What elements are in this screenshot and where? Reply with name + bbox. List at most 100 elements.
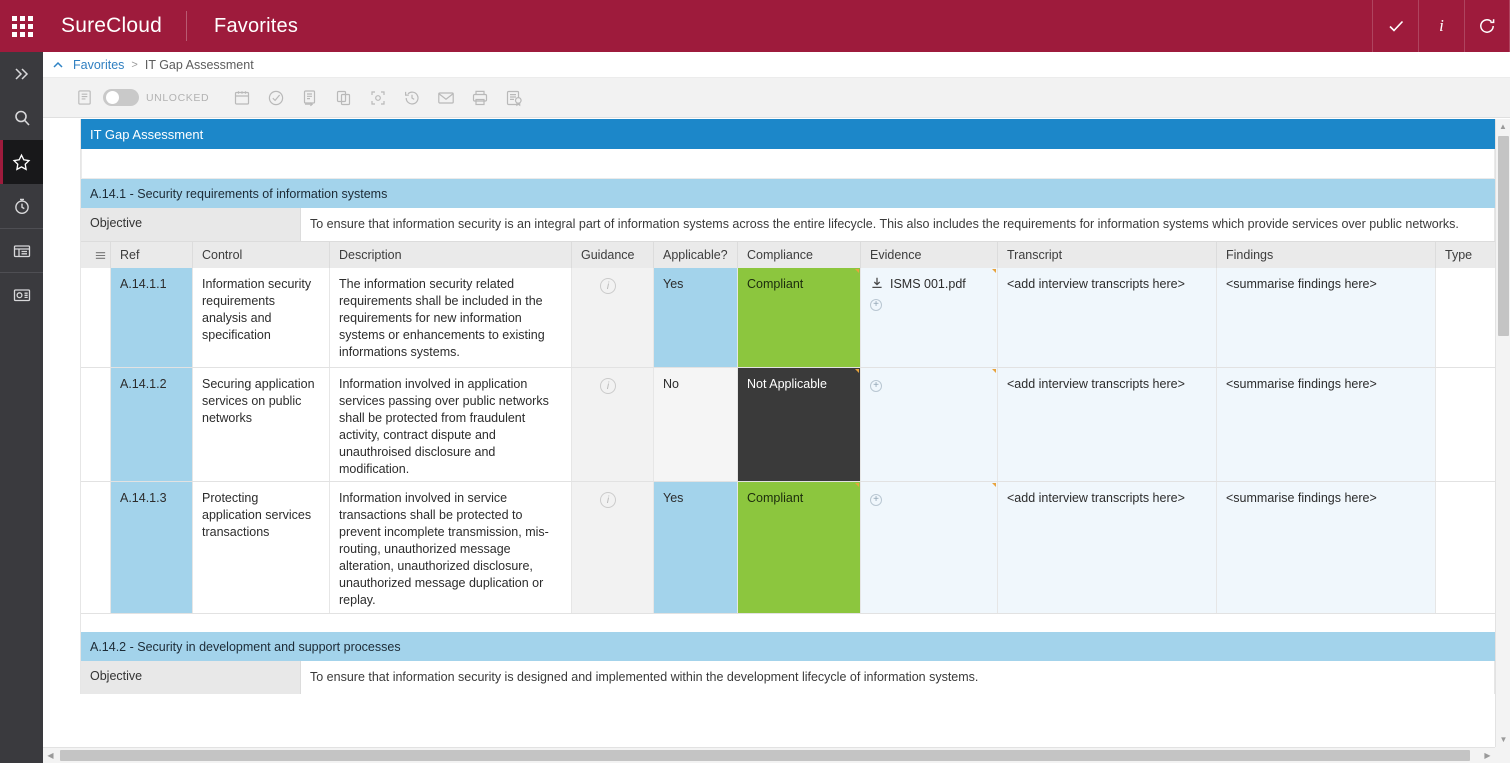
- sidebar-item-expand[interactable]: [0, 52, 43, 96]
- cell-flag-icon: [855, 369, 859, 373]
- check-circle-icon[interactable]: [259, 78, 293, 118]
- evidence-file-name[interactable]: ISMS 001.pdf: [890, 276, 966, 293]
- plus-circle-icon[interactable]: +: [870, 380, 882, 392]
- vertical-scroll-thumb[interactable]: [1498, 136, 1509, 336]
- scroll-up-icon[interactable]: ▲: [1496, 119, 1510, 134]
- cell-findings[interactable]: <summarise findings here>: [1217, 368, 1436, 481]
- plus-circle-icon[interactable]: +: [870, 494, 882, 506]
- cell-findings[interactable]: <summarise findings here>: [1217, 482, 1436, 613]
- info-icon[interactable]: i: [1418, 0, 1464, 52]
- info-icon[interactable]: i: [600, 492, 616, 508]
- app-launcher-button[interactable]: [0, 0, 44, 52]
- top-section-title: Favorites: [214, 14, 299, 37]
- sidebar-item-dashboards[interactable]: [0, 228, 43, 272]
- row-gutter: [43, 179, 81, 208]
- column-header-compliance[interactable]: Compliance: [738, 242, 861, 268]
- spacer-cell: [81, 614, 1495, 632]
- grid-menu-icon[interactable]: [81, 242, 111, 268]
- objective-row: Objective To ensure that information sec…: [43, 661, 1510, 694]
- row-gutter: [43, 119, 81, 149]
- cell-description[interactable]: Information involved in application serv…: [330, 368, 572, 481]
- column-header-ref[interactable]: Ref: [111, 242, 193, 268]
- section-heading-row: A.14.1 - Security requirements of inform…: [43, 179, 1510, 208]
- scroll-left-icon[interactable]: ◀: [43, 748, 58, 763]
- breadcrumb-root[interactable]: Favorites: [73, 58, 124, 72]
- row-handle[interactable]: [81, 268, 111, 367]
- cell-transcript[interactable]: <add interview transcripts here>: [998, 482, 1217, 613]
- row-gutter: [43, 268, 81, 368]
- history-clock-icon[interactable]: [395, 78, 429, 118]
- cell-evidence[interactable]: +: [861, 482, 998, 613]
- cell-control[interactable]: Information security requirements analys…: [193, 268, 330, 367]
- section-heading: A.14.1 - Security requirements of inform…: [81, 179, 1495, 208]
- refresh-icon[interactable]: [1464, 0, 1510, 52]
- cell-control[interactable]: Protecting application services transact…: [193, 482, 330, 613]
- cell-ref[interactable]: A.14.1.2: [111, 368, 193, 481]
- info-icon[interactable]: i: [600, 378, 616, 394]
- cell-guidance[interactable]: i: [572, 268, 654, 367]
- cell-applicable[interactable]: Yes: [654, 482, 738, 613]
- column-header-applicable[interactable]: Applicable?: [654, 242, 738, 268]
- row-gutter: [43, 661, 81, 694]
- cell-ref[interactable]: A.14.1.1: [111, 268, 193, 367]
- cell-description[interactable]: The information security related require…: [330, 268, 572, 367]
- download-icon[interactable]: [870, 276, 884, 295]
- sidebar-item-search[interactable]: [0, 96, 43, 140]
- certificate-icon[interactable]: [497, 78, 531, 118]
- vertical-scrollbar[interactable]: ▲ ▼: [1495, 119, 1510, 747]
- info-icon[interactable]: i: [600, 278, 616, 294]
- cell-flag-icon: [855, 269, 859, 273]
- cell-compliance[interactable]: Compliant: [738, 268, 861, 367]
- cell-compliance[interactable]: Not Applicable: [738, 368, 861, 481]
- cell-ref[interactable]: A.14.1.3: [111, 482, 193, 613]
- column-header-control[interactable]: Control: [193, 242, 330, 268]
- cell-applicable[interactable]: Yes: [654, 268, 738, 367]
- focus-target-icon[interactable]: [361, 78, 395, 118]
- grid-header-row: Ref Control Description Guidance Applica…: [43, 241, 1510, 268]
- column-header-evidence[interactable]: Evidence: [861, 242, 998, 268]
- cell-evidence[interactable]: +: [861, 368, 998, 481]
- cell-transcript[interactable]: <add interview transcripts here>: [998, 368, 1217, 481]
- section-heading-row: A.14.2 - Security in development and sup…: [43, 632, 1510, 661]
- horizontal-scroll-thumb[interactable]: [60, 750, 1470, 761]
- table-row: A.14.1.3 Protecting application services…: [43, 482, 1510, 614]
- scroll-down-icon[interactable]: ▼: [1496, 732, 1510, 747]
- approve-check-icon[interactable]: [1372, 0, 1418, 52]
- row-gutter: [43, 241, 81, 268]
- column-header-guidance[interactable]: Guidance: [572, 242, 654, 268]
- chevron-up-icon[interactable]: [43, 58, 73, 72]
- sidebar-item-reports[interactable]: [0, 272, 43, 316]
- row-handle[interactable]: [81, 368, 111, 481]
- sidebar-item-favorites[interactable]: [0, 140, 43, 184]
- email-icon[interactable]: [429, 78, 463, 118]
- scroll-right-icon[interactable]: ▶: [1480, 748, 1495, 763]
- sidebar-item-recent[interactable]: [0, 184, 43, 228]
- row-handle[interactable]: [81, 482, 111, 613]
- cell-compliance[interactable]: Compliant: [738, 482, 861, 613]
- cell-applicable[interactable]: No: [654, 368, 738, 481]
- lock-toggle[interactable]: [103, 89, 139, 106]
- cell-control[interactable]: Securing application services on public …: [193, 368, 330, 481]
- column-header-transcript[interactable]: Transcript: [998, 242, 1217, 268]
- horizontal-scrollbar[interactable]: ◀ ▶: [43, 747, 1495, 763]
- column-header-findings[interactable]: Findings: [1217, 242, 1436, 268]
- cell-description[interactable]: Information involved in service transact…: [330, 482, 572, 613]
- cell-findings[interactable]: <summarise findings here>: [1217, 268, 1436, 367]
- plus-circle-icon[interactable]: +: [870, 299, 882, 311]
- form-icon[interactable]: [67, 78, 101, 118]
- cell-guidance[interactable]: i: [572, 482, 654, 613]
- blank-cell[interactable]: [81, 149, 1495, 179]
- cell-flag-icon: [992, 369, 996, 373]
- column-header-description[interactable]: Description: [330, 242, 572, 268]
- row-gutter: [43, 149, 81, 179]
- cell-evidence[interactable]: ISMS 001.pdf +: [861, 268, 998, 367]
- workflow-icon[interactable]: [293, 78, 327, 118]
- print-icon[interactable]: [463, 78, 497, 118]
- calendar-icon[interactable]: [225, 78, 259, 118]
- cell-transcript[interactable]: <add interview transcripts here>: [998, 268, 1217, 367]
- objective-text: To ensure that information security is a…: [301, 208, 1495, 241]
- status-badge: Compliant: [747, 491, 804, 505]
- left-rail: [0, 52, 43, 763]
- copy-icon[interactable]: [327, 78, 361, 118]
- cell-guidance[interactable]: i: [572, 368, 654, 481]
